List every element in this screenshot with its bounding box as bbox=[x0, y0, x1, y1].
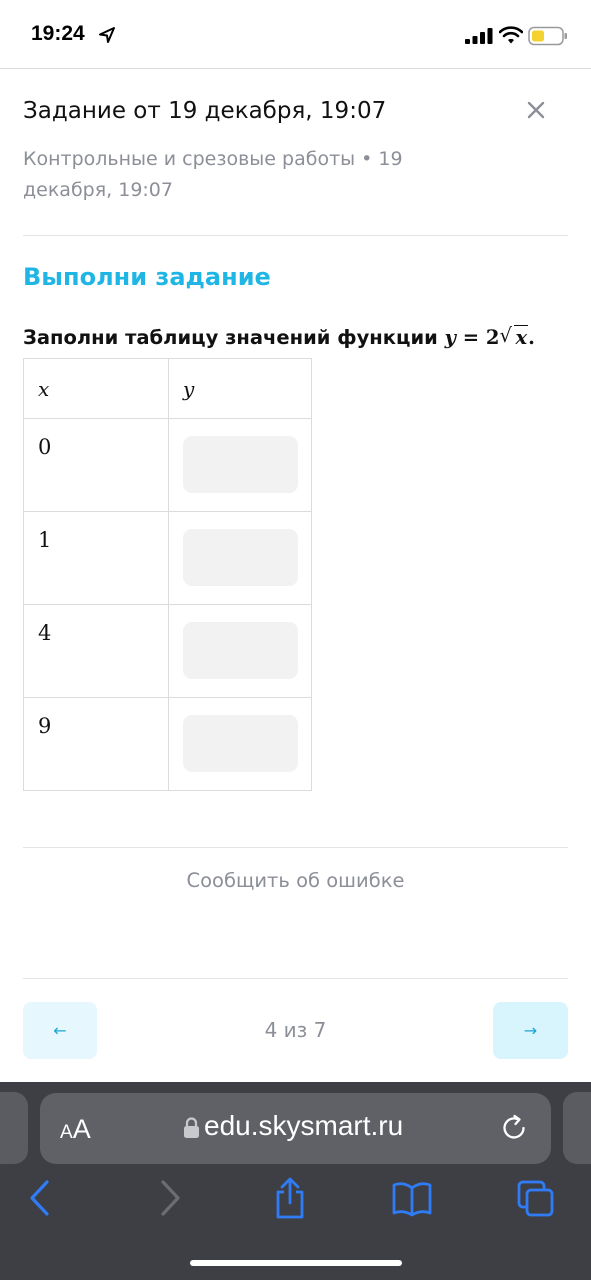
header-divider bbox=[0, 68, 591, 69]
tabs-icon[interactable] bbox=[516, 1177, 556, 1219]
task-instruction: Заполни таблицу значений функции y = 2 √ x… bbox=[23, 324, 535, 349]
table-row: 0 bbox=[23, 418, 312, 512]
section-heading: Выполни задание bbox=[23, 263, 271, 291]
table-row: 9 bbox=[23, 697, 312, 791]
battery-icon bbox=[528, 26, 567, 46]
answer-input[interactable] bbox=[183, 436, 298, 493]
table-row: 4 bbox=[23, 604, 312, 698]
formula-coefficient: 2 bbox=[485, 326, 500, 349]
report-error-link[interactable]: Сообщить об ошибке bbox=[0, 869, 591, 892]
column-header-x: x bbox=[23, 358, 169, 419]
formula-equals: = bbox=[462, 326, 480, 349]
arrow-right-icon: → bbox=[523, 1021, 538, 1040]
cell-x: 9 bbox=[23, 697, 169, 791]
cell-x: 4 bbox=[23, 604, 169, 698]
task-subtitle: Контрольные и срезовые работы • 19 декаб… bbox=[23, 148, 403, 201]
table-row: 1 bbox=[23, 511, 312, 605]
next-tab-peek[interactable] bbox=[563, 1092, 591, 1164]
location-arrow-icon bbox=[99, 27, 115, 43]
formula-radicand: x bbox=[514, 325, 529, 349]
table-header-row: x y bbox=[23, 358, 312, 419]
formula-period: . bbox=[528, 326, 535, 349]
divider bbox=[23, 235, 568, 236]
share-icon[interactable] bbox=[270, 1177, 310, 1219]
forward-icon[interactable] bbox=[150, 1177, 190, 1219]
formula-lhs: y bbox=[444, 326, 456, 349]
cell-y bbox=[168, 697, 312, 791]
status-bar: 19:24 bbox=[0, 0, 591, 68]
cell-x: 1 bbox=[23, 511, 169, 605]
column-header-y: y bbox=[168, 358, 312, 419]
divider bbox=[23, 978, 568, 979]
home-indicator bbox=[190, 1260, 402, 1266]
cell-y bbox=[168, 418, 312, 512]
cellular-signal-icon bbox=[465, 28, 493, 44]
wifi-icon bbox=[499, 26, 523, 44]
cell-y bbox=[168, 604, 312, 698]
previous-tab-peek[interactable] bbox=[0, 1092, 28, 1164]
sqrt-symbol: √ x bbox=[499, 324, 529, 349]
formula: y = 2 √ x. bbox=[444, 324, 535, 349]
answer-input[interactable] bbox=[183, 715, 298, 772]
status-time: 19:24 bbox=[31, 22, 85, 45]
answer-input[interactable] bbox=[183, 622, 298, 679]
url-text[interactable]: edu.skysmart.ru bbox=[204, 1110, 403, 1142]
back-icon[interactable] bbox=[20, 1177, 60, 1219]
answer-input[interactable] bbox=[183, 529, 298, 586]
divider bbox=[23, 847, 568, 848]
close-icon[interactable] bbox=[522, 96, 550, 124]
text-size-button[interactable]: AA bbox=[60, 1114, 91, 1145]
cell-x: 0 bbox=[23, 418, 169, 512]
cell-y bbox=[168, 511, 312, 605]
next-task-button[interactable]: → bbox=[493, 1002, 568, 1059]
reload-icon[interactable] bbox=[499, 1113, 529, 1143]
page-title: Задание от 19 декабря, 19:07 bbox=[23, 98, 387, 124]
lock-icon bbox=[184, 1117, 199, 1138]
instruction-text: Заполни таблицу значений функции bbox=[23, 326, 438, 349]
value-table: x y 0 1 4 9 bbox=[23, 358, 312, 791]
bookmarks-icon[interactable] bbox=[392, 1177, 432, 1219]
